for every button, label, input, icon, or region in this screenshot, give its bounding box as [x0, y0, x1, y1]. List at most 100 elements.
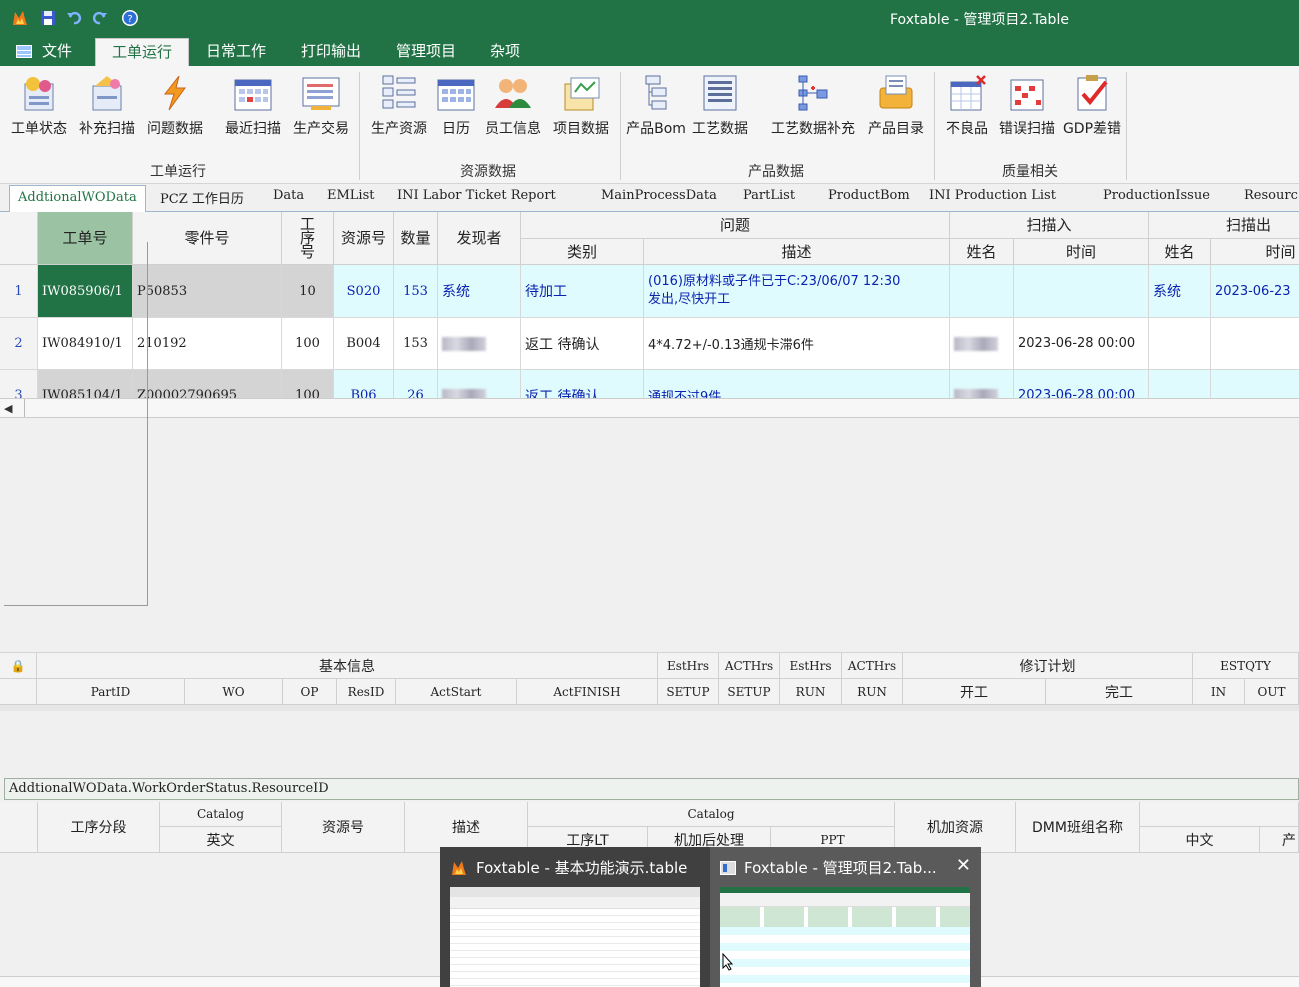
- cell-op[interactable]: 100: [282, 370, 334, 398]
- cell-qty[interactable]: 26: [394, 370, 438, 398]
- employee-info-button[interactable]: 员工信息: [480, 74, 546, 146]
- process-data-button[interactable]: 工艺数据: [688, 74, 752, 146]
- menu-workorder[interactable]: 工单运行: [95, 38, 189, 66]
- header-catalog[interactable]: Catalog: [160, 802, 282, 827]
- header-catalog-2[interactable]: Catalog: [528, 802, 895, 827]
- header-basic-info[interactable]: 基本信息: [37, 653, 658, 679]
- header-esthrs-setup-top[interactable]: EstHrs: [658, 653, 719, 679]
- cell-finder[interactable]: [438, 370, 521, 398]
- recent-scan-button[interactable]: 最近扫描: [220, 74, 286, 146]
- cell-scan-in-name[interactable]: [950, 265, 1014, 318]
- header-dmm-team[interactable]: DMM班组名称: [1016, 802, 1140, 853]
- header-issue-description[interactable]: 描述: [644, 239, 950, 265]
- header-plan-finish[interactable]: 完工: [1046, 679, 1193, 705]
- header-estqty[interactable]: ESTQTY: [1193, 653, 1299, 679]
- header-partid[interactable]: PartID: [37, 679, 185, 705]
- cell-op[interactable]: 10: [282, 265, 334, 318]
- tab-labor-ticket-report[interactable]: INI Labor Ticket Report: [397, 188, 556, 203]
- menu-file[interactable]: 文件: [6, 36, 82, 66]
- preview-item-current[interactable]: Foxtable - 管理项目2.Tab... ✕: [710, 847, 981, 987]
- header-resource-no[interactable]: 资源号: [282, 802, 405, 853]
- production-resource-button[interactable]: 生产资源: [366, 74, 432, 146]
- header-scan-out-name[interactable]: 姓名: [1149, 239, 1211, 265]
- header-part[interactable]: 零件号: [133, 212, 282, 265]
- header-issue-group[interactable]: 问题: [521, 212, 950, 239]
- header-acthrs-setup-top[interactable]: ACTHrs: [719, 653, 780, 679]
- header-acthrs-run-top[interactable]: ACTHrs: [842, 653, 903, 679]
- cell-scan-out-name[interactable]: 系统: [1149, 265, 1211, 318]
- cell-res[interactable]: B06: [334, 370, 394, 398]
- cell-scan-in-time[interactable]: [1014, 265, 1149, 318]
- cell-part[interactable]: 210192: [133, 318, 282, 370]
- header-esthrs-run[interactable]: RUN: [780, 679, 842, 705]
- table-row[interactable]: 3 IW085104/1 Z00002790695 100 B06 26 返工 …: [0, 370, 1299, 398]
- project-data-button[interactable]: 项目数据: [548, 74, 614, 146]
- cell-finder[interactable]: 系统: [438, 265, 521, 318]
- header-issue-category[interactable]: 类别: [521, 239, 644, 265]
- header-process-segment[interactable]: 工序分段: [38, 802, 160, 853]
- header-scan-in-name[interactable]: 姓名: [950, 239, 1014, 265]
- header-wo[interactable]: WO: [185, 679, 283, 705]
- help-icon[interactable]: ?: [120, 8, 140, 28]
- cell-op[interactable]: 100: [282, 318, 334, 370]
- header-acthrs-setup[interactable]: SETUP: [719, 679, 780, 705]
- cell-scan-out-time[interactable]: [1211, 370, 1299, 398]
- workorder-status-button[interactable]: 工单状态: [6, 74, 72, 146]
- product-catalog-button[interactable]: 产品目录: [864, 74, 928, 146]
- lock-icon[interactable]: 🔒: [0, 653, 37, 679]
- cell-issue-description[interactable]: 通规不过9件: [644, 370, 950, 398]
- header-esthrs-setup[interactable]: SETUP: [658, 679, 719, 705]
- defect-button[interactable]: 不良品: [942, 74, 992, 146]
- tab-productbom[interactable]: ProductBom: [828, 188, 910, 203]
- header-actfinish[interactable]: ActFINISH: [517, 679, 658, 705]
- header-op[interactable]: OP: [283, 679, 337, 705]
- gdp-error-button[interactable]: GDP差错: [1062, 74, 1122, 146]
- tab-mainprocessdata[interactable]: MainProcessData: [601, 188, 717, 203]
- calendar-button[interactable]: 日历: [434, 74, 478, 146]
- error-scan-button[interactable]: 错误扫描: [994, 74, 1060, 146]
- cell-scan-out-name[interactable]: [1149, 370, 1211, 398]
- header-scan-in-group[interactable]: 扫描入: [950, 212, 1149, 239]
- close-icon[interactable]: ✕: [956, 855, 971, 876]
- menu-manage[interactable]: 管理项目: [386, 36, 466, 66]
- cell-res[interactable]: B004: [334, 318, 394, 370]
- redo-icon[interactable]: [90, 8, 110, 28]
- header-finder[interactable]: 发现者: [438, 212, 521, 265]
- tab-addtionalwodata[interactable]: AddtionalWOData: [9, 185, 146, 212]
- menu-misc[interactable]: 杂项: [480, 36, 530, 66]
- cell-scan-out-time[interactable]: 2023-06-23: [1211, 265, 1299, 318]
- header-machine-resource[interactable]: 机加资源: [895, 802, 1016, 853]
- header-qty-out[interactable]: OUT: [1245, 679, 1299, 705]
- preview-item-demo[interactable]: Foxtable - 基本功能演示.table: [440, 847, 710, 987]
- header-chinese[interactable]: 中文: [1140, 827, 1260, 853]
- foxtable-logo-icon[interactable]: [10, 8, 30, 28]
- cell-qty[interactable]: 153: [394, 318, 438, 370]
- header-revised-plan[interactable]: 修订计划: [903, 653, 1193, 679]
- tab-data[interactable]: Data: [273, 188, 304, 203]
- cell-scan-in-name[interactable]: [950, 370, 1014, 398]
- cell-finder[interactable]: [438, 318, 521, 370]
- header-scan-out-time[interactable]: 时间: [1211, 239, 1299, 265]
- production-trade-button[interactable]: 生产交易: [288, 74, 354, 146]
- table-row[interactable]: 1 IW085906/1 P50853 10 S020 153 系统 待加工 (…: [0, 265, 1299, 318]
- header-acthrs-run[interactable]: RUN: [842, 679, 903, 705]
- header-group-right[interactable]: [1140, 802, 1299, 827]
- header-product[interactable]: 产: [1260, 827, 1299, 853]
- header-description[interactable]: 描述: [405, 802, 528, 853]
- header-scan-out-group[interactable]: 扫描出: [1149, 212, 1299, 239]
- cell-scan-out-name[interactable]: [1149, 318, 1211, 370]
- header-res[interactable]: 资源号: [334, 212, 394, 265]
- menu-print[interactable]: 打印输出: [291, 36, 371, 66]
- cell-issue-category[interactable]: 返工 待确认: [521, 370, 644, 398]
- tab-pcz-calendar[interactable]: PCZ 工作日历: [160, 188, 244, 207]
- save-icon[interactable]: [38, 8, 58, 28]
- cell-res[interactable]: S020: [334, 265, 394, 318]
- header-actstart[interactable]: ActStart: [396, 679, 517, 705]
- header-scan-in-time[interactable]: 时间: [1014, 239, 1149, 265]
- undo-icon[interactable]: [64, 8, 84, 28]
- table-row[interactable]: 2 IW084910/1 210192 100 B004 153 返工 待确认 …: [0, 318, 1299, 370]
- cell-issue-description[interactable]: 4*4.72+/-0.13通规卡滞6件: [644, 318, 950, 370]
- tab-resource[interactable]: Resourc: [1244, 188, 1298, 203]
- header-esthrs-run-top[interactable]: EstHrs: [780, 653, 842, 679]
- header-resid[interactable]: ResID: [337, 679, 396, 705]
